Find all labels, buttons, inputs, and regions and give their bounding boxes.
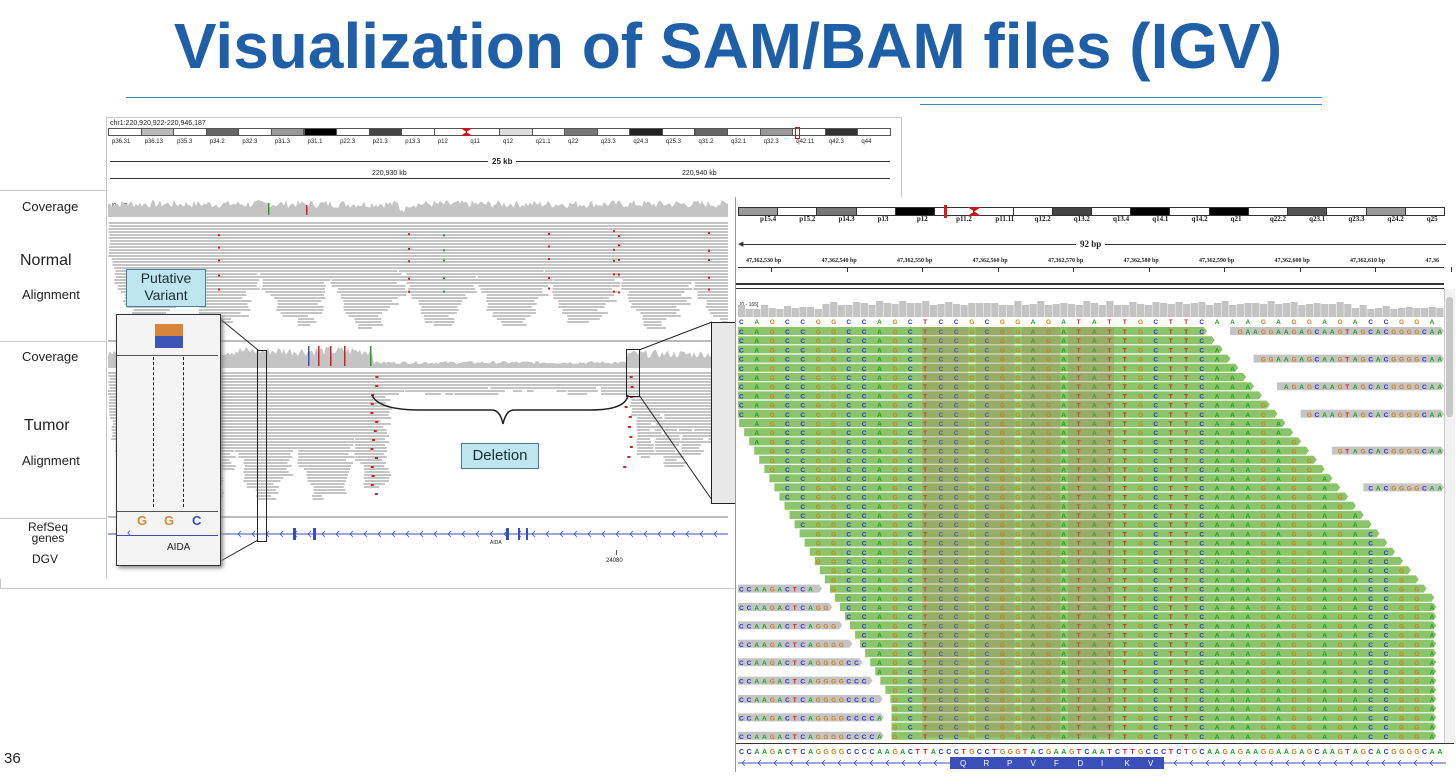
title-underline-accent bbox=[920, 104, 1322, 105]
